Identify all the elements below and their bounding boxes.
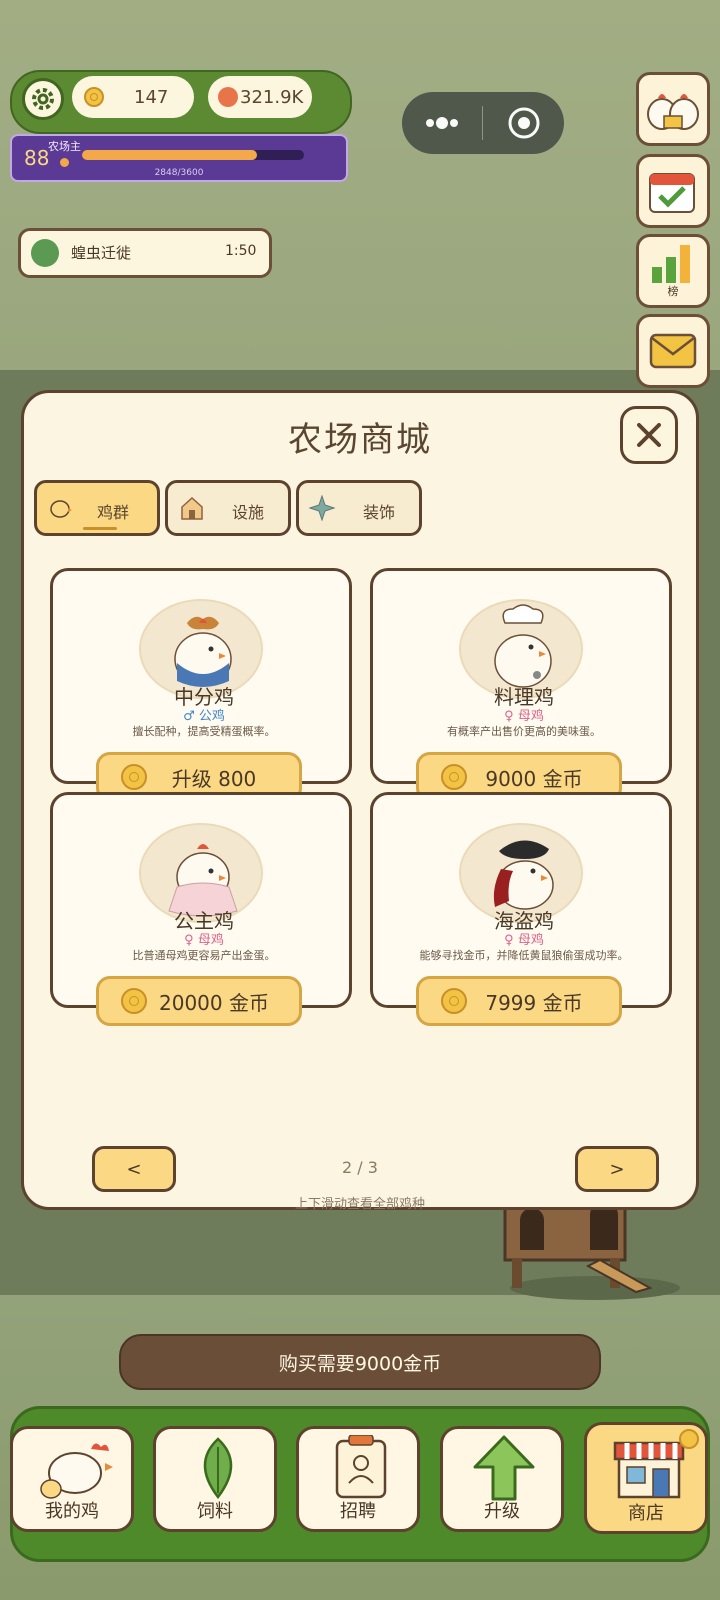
coin-icon (84, 87, 104, 107)
checkin-calendar-button[interactable] (636, 154, 710, 228)
xp-track (82, 150, 304, 160)
target-icon (508, 107, 539, 139)
level-bar: 88 农场主 2848/3600 (10, 134, 348, 182)
price-label: 20000 金币 (159, 990, 269, 1015)
dock-label: 饲料 (197, 1501, 233, 1522)
tab-chickens[interactable]: 鸡群 (34, 480, 160, 536)
price-label: 9000 金币 (485, 766, 583, 791)
leaderboard-button[interactable]: 榜 (636, 234, 710, 308)
bar-chart-icon (652, 245, 690, 283)
sparkle-icon (309, 495, 335, 521)
card-description: 擅长配种，提高受精蛋概率。 (132, 725, 276, 738)
level-dot (60, 158, 69, 167)
shop-title: 农场商城 (288, 420, 432, 460)
card-description: 有概率产出售价更高的美味蛋。 (447, 725, 601, 738)
event-timer: 1:50 (225, 243, 257, 259)
hen-icon (40, 1443, 113, 1499)
more-button[interactable] (402, 92, 482, 154)
tab-chickens-label: 鸡群 (97, 503, 130, 522)
xp-fill (82, 150, 258, 160)
gem-value: 321.9K (240, 86, 304, 108)
dock-label: 商店 (628, 1503, 664, 1524)
tab-decorations[interactable]: 装饰 (296, 480, 422, 536)
coin-icon (121, 764, 147, 790)
coin-icon (441, 764, 467, 790)
card-gender: ♂ 公鸡 (183, 709, 225, 724)
tab-facilities[interactable]: 设施 (165, 480, 291, 536)
chickens-letter-icon (647, 94, 699, 130)
coin-value: 147 (134, 86, 169, 108)
house-icon (181, 496, 203, 520)
dock-label: 升级 (484, 1501, 520, 1522)
close-shop-button[interactable] (620, 406, 678, 464)
buy-princess-button[interactable]: 20000 金币 (96, 976, 302, 1026)
purchase-requirement-bar[interactable]: 购买需要9000金币 (119, 1334, 601, 1390)
tab-active-indicator (83, 527, 117, 530)
coin-icon (441, 988, 467, 1014)
level-number: 88 (24, 146, 50, 170)
more-dots-icon (426, 117, 458, 129)
tab-facilities-label: 设施 (232, 503, 265, 522)
farm-background-top (0, 0, 720, 370)
dock-upgrade[interactable]: 升级 (440, 1426, 564, 1532)
price-label: 7999 金币 (485, 990, 583, 1015)
storefront-icon (613, 1441, 685, 1499)
dock-shop[interactable]: 商店 (584, 1422, 708, 1534)
level-title: 农场主 (48, 140, 81, 153)
miniprogram-capsule (402, 92, 564, 154)
event-name: 蝗虫迁徙 (71, 244, 132, 262)
chicken-mail-button[interactable] (636, 72, 710, 146)
card-description: 能够寻找金币，并降低黄鼠狼偷蛋成功率。 (419, 949, 629, 962)
next-page-button[interactable]: > (575, 1146, 659, 1192)
dock-my-chickens[interactable]: 我的鸡 (10, 1426, 134, 1532)
tab-decorations-label: 装饰 (363, 503, 396, 522)
up-arrow-icon (473, 1435, 535, 1501)
clipboard-person-icon (335, 1435, 387, 1499)
leaf-icon (203, 1437, 233, 1500)
leaderboard-label: 榜 (667, 285, 679, 298)
dock-recruit[interactable]: 招聘 (296, 1426, 420, 1532)
locust-icon (31, 239, 59, 267)
shop-coin-badge-icon (679, 1429, 699, 1449)
card-gender: ♀ 母鸡 (504, 933, 544, 948)
card-gender: ♀ 母鸡 (184, 933, 224, 948)
mail-button[interactable] (636, 314, 710, 388)
dock-feed[interactable]: 饲料 (153, 1426, 277, 1532)
dock-label: 招聘 (340, 1501, 376, 1522)
card-description: 比普通母鸡更容易产出金蛋。 (132, 949, 276, 962)
close-miniprogram-button[interactable] (483, 92, 564, 154)
dock-label: 我的鸡 (45, 1501, 99, 1522)
card-gender: ♀ 母鸡 (504, 709, 544, 724)
gem-counter: 321.9K (208, 76, 312, 118)
gear-icon (32, 88, 54, 110)
price-label: 升级 800 (171, 766, 257, 791)
gem-icon (218, 87, 238, 107)
close-icon (637, 423, 661, 447)
envelope-icon (649, 333, 697, 369)
coin-counter: 147 (72, 76, 194, 118)
calendar-check-icon (649, 173, 695, 213)
settings-button[interactable] (22, 78, 64, 120)
coin-icon (121, 988, 147, 1014)
scroll-hint: 上下滑动查看全部鸡种 (294, 1197, 425, 1212)
buy-pirate-button[interactable]: 7999 金币 (416, 976, 622, 1026)
chick-icon (50, 500, 72, 518)
xp-text: 2848/3600 (154, 168, 204, 178)
event-banner[interactable]: 蝗虫迁徙 1:50 (18, 228, 272, 278)
